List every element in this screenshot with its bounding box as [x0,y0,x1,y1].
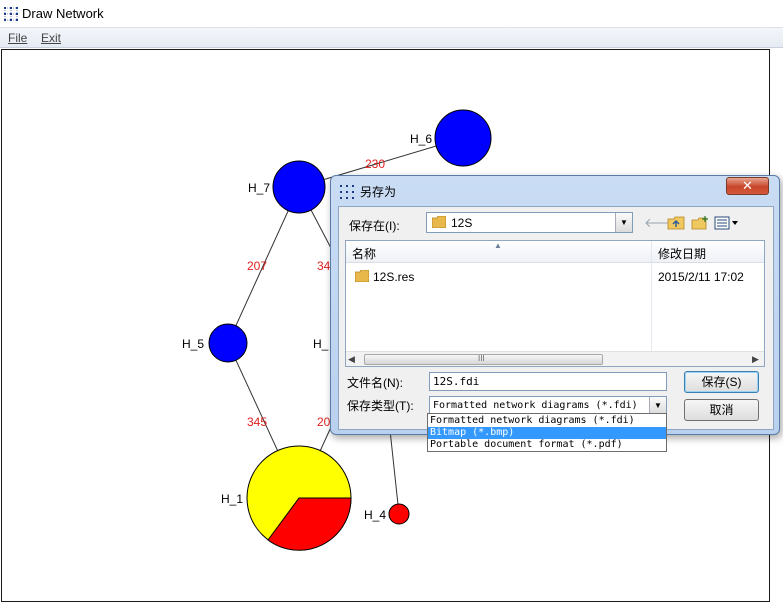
look-in-label: 保存在(I): [349,219,400,233]
save-as-dialog: 另存为 ✕ 保存在(I): 12S ▼ 🡐 名称 ▲ 修改日期 12S.res … [330,175,780,435]
network-grid-icon [4,7,18,21]
folder-icon [355,270,369,282]
up-folder-icon[interactable] [667,216,685,230]
title-bar: Draw Network [0,0,783,28]
back-arrow-icon[interactable]: 🡐 [644,216,679,230]
save-button[interactable]: 保存(S) [684,371,759,393]
scrollbar-thumb[interactable]: III [364,354,603,365]
node-label-h7: H_7 [248,181,270,195]
list-item[interactable]: 12S.res 2015/2/11 17:02 [346,267,764,287]
file-name-field[interactable]: 12S.fdi [429,372,667,391]
file-type-option-fdi[interactable]: Formatted network diagrams (*.fdi) [428,415,666,427]
column-header-name[interactable]: 名称 [352,245,376,262]
file-type-option-bmp[interactable]: Bitmap (*.bmp) [428,427,666,439]
column-header-date[interactable]: 修改日期 [658,245,706,262]
look-in-value: 12S [451,216,473,230]
file-type-value: Formatted network diagrams (*.fdi) [433,400,638,411]
scroll-grip-icon: III [478,354,485,363]
node-h5[interactable] [208,323,248,363]
edge-label-h7-hidden: 34 [317,259,331,273]
close-button[interactable]: ✕ [726,177,769,195]
horizontal-scrollbar[interactable]: ◀ III ▶ [346,351,764,366]
file-date: 2015/2/11 17:02 [658,270,744,284]
folder-icon [432,216,446,228]
look-in-combo[interactable]: 12S ▼ [426,212,633,233]
node-label-h4: H_4 [364,508,386,522]
scroll-right-icon[interactable]: ▶ [752,354,759,365]
file-name: 12S.res [373,270,415,284]
window-title: Draw Network [22,6,104,21]
node-h6[interactable] [434,109,492,167]
scroll-left-icon[interactable]: ◀ [348,354,355,365]
file-list[interactable]: 名称 ▲ 修改日期 12S.res 2015/2/11 17:02 ◀ III … [345,240,765,367]
list-header: 名称 ▲ 修改日期 [346,241,764,263]
edge-label-h7-h6: 230 [365,157,385,171]
edge-label-h1-hidden: 20 [317,415,331,429]
node-h1[interactable] [246,445,352,551]
cancel-button[interactable]: 取消 [684,399,759,421]
file-name-label: 文件名(N): [347,376,403,390]
node-label-h1: H_1 [221,492,243,506]
new-folder-icon[interactable] [691,216,709,230]
menu-exit[interactable]: Exit [41,31,61,45]
menu-bar: File Exit [0,28,783,48]
view-menu-icon[interactable] [714,216,740,230]
dialog-title: 另存为 [360,185,397,199]
chevron-down-icon[interactable]: ▼ [615,213,632,232]
node-label-h5: H_5 [182,337,204,351]
node-h7[interactable] [272,160,326,214]
dialog-body: 保存在(I): 12S ▼ 🡐 名称 ▲ 修改日期 12S.res 2015/2… [338,206,774,430]
file-type-label: 保存类型(T): [347,399,414,413]
chevron-down-icon[interactable]: ▼ [649,397,666,414]
network-grid-icon [340,185,354,199]
file-type-option-pdf[interactable]: Portable document format (*.pdf) [428,439,666,451]
menu-file[interactable]: File [8,31,27,45]
edge-label-h7-h5: 207 [247,259,267,273]
edge-h4-hidden [389,429,400,515]
node-label-hidden: H_ [313,337,329,351]
sort-ascending-icon: ▲ [494,241,502,250]
file-type-dropdown[interactable]: Formatted network diagrams (*.fdi) Bitma… [427,413,667,452]
edge-label-h5-h1: 345 [247,415,267,429]
node-label-h6: H_6 [410,132,432,146]
column-divider [651,241,652,366]
node-h4[interactable] [388,503,410,525]
